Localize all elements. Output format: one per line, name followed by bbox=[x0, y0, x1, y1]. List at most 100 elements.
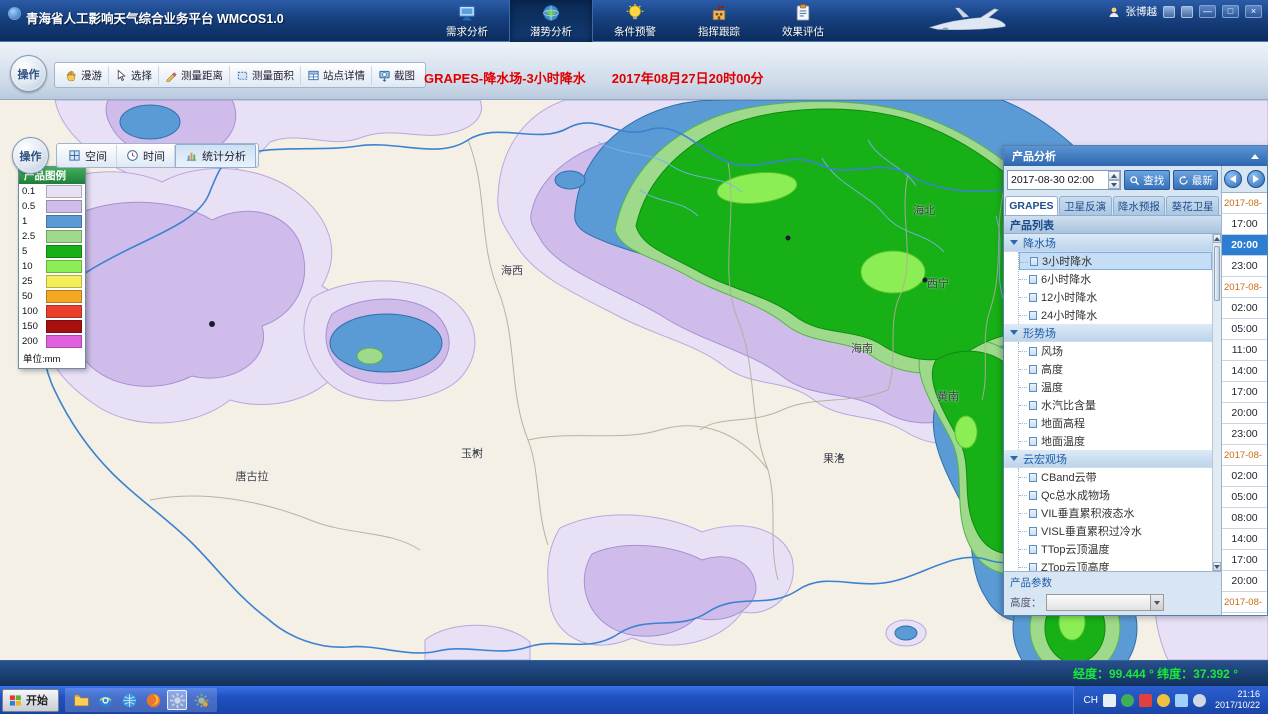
nav-item-condition-warning[interactable]: 条件预警 bbox=[593, 0, 677, 42]
time-list-item[interactable]: 08:00 bbox=[1222, 508, 1267, 529]
tree-item-ttop-cloud-temp[interactable]: TTop云顶温度 bbox=[1019, 540, 1212, 558]
firefox-icon[interactable] bbox=[143, 690, 163, 710]
view-operate-button[interactable]: 操作 bbox=[12, 137, 49, 174]
tree-scrollbar[interactable] bbox=[1212, 234, 1221, 571]
time-list-item[interactable]: 14:00 bbox=[1222, 361, 1267, 382]
time-list-item[interactable]: 17:00 bbox=[1222, 382, 1267, 403]
time-next-button[interactable] bbox=[1247, 170, 1265, 188]
legend-swatch bbox=[46, 185, 82, 198]
select-button[interactable]: 选择 bbox=[109, 66, 159, 85]
tree-item-temperature[interactable]: 温度 bbox=[1019, 378, 1212, 396]
tree-item-6h-precip[interactable]: 6小时降水 bbox=[1019, 270, 1212, 288]
time-list-date[interactable]: 2017-08- bbox=[1222, 445, 1267, 466]
maximize-button[interactable]: □ bbox=[1222, 5, 1239, 18]
scroll-up-icon[interactable] bbox=[1213, 234, 1221, 243]
view-tab-time[interactable]: 时间 bbox=[117, 145, 175, 167]
legend-swatch bbox=[46, 335, 82, 348]
time-list-date[interactable]: 2017-08- bbox=[1222, 277, 1267, 298]
tree-item-surface-elevation[interactable]: 地面高程 bbox=[1019, 414, 1212, 432]
network-tray-icon[interactable] bbox=[1175, 694, 1188, 707]
time-list-date[interactable]: 2017-08- bbox=[1222, 592, 1267, 613]
gear-app-icon[interactable] bbox=[167, 690, 187, 710]
time-list-item[interactable]: 17:00 bbox=[1222, 214, 1267, 235]
ime-tray-icon[interactable] bbox=[1103, 694, 1116, 707]
tree-item-water-vapor-ratio[interactable]: 水汽比含量 bbox=[1019, 396, 1212, 414]
height-select[interactable] bbox=[1046, 594, 1164, 611]
nav-item-effect-evaluation[interactable]: 效果评估 bbox=[761, 0, 845, 42]
view-tab-statistics[interactable]: 统计分析 bbox=[175, 144, 256, 168]
collapse-panel-icon[interactable] bbox=[1251, 154, 1259, 159]
tree-item-qc-total-hydrometeor[interactable]: Qc总水成物场 bbox=[1019, 486, 1212, 504]
view-toolbar: 空间时间统计分析 bbox=[56, 143, 259, 168]
time-list-item[interactable]: 05:00 bbox=[1222, 319, 1267, 340]
latest-button[interactable]: 最新 bbox=[1173, 170, 1219, 190]
time-list-item[interactable]: 17:00 bbox=[1222, 550, 1267, 571]
help-icon[interactable] bbox=[1181, 6, 1193, 18]
spinner-down-icon[interactable] bbox=[1108, 180, 1120, 189]
time-list-item[interactable]: 11:00 bbox=[1222, 340, 1267, 361]
theme-icon[interactable] bbox=[1163, 6, 1175, 18]
map-toolbar: 漫游选择测量距离测量面积站点详情截图 bbox=[54, 62, 426, 88]
tree-group-situation-field[interactable]: 形势场 bbox=[1004, 324, 1212, 342]
time-prev-button[interactable] bbox=[1224, 170, 1242, 188]
time-list-item[interactable]: 14:00 bbox=[1222, 529, 1267, 550]
spinner-up-icon[interactable] bbox=[1108, 171, 1120, 180]
nav-item-demand-analysis[interactable]: 需求分析 bbox=[425, 0, 509, 42]
antivirus-tray-icon[interactable] bbox=[1121, 694, 1134, 707]
time-clock-icon bbox=[126, 149, 139, 162]
view-tab-space[interactable]: 空间 bbox=[59, 145, 117, 167]
tree-item-12h-precip[interactable]: 12小时降水 bbox=[1019, 288, 1212, 306]
datetime-input[interactable]: 2017-08-30 02:00 bbox=[1007, 170, 1121, 190]
tree-item-height[interactable]: 高度 bbox=[1019, 360, 1212, 378]
time-list-date[interactable]: 2017-08- bbox=[1222, 193, 1267, 214]
globe-browser-icon[interactable] bbox=[119, 690, 139, 710]
message-tray-icon[interactable] bbox=[1139, 694, 1152, 707]
tree-item-surface-temperature[interactable]: 地面温度 bbox=[1019, 432, 1212, 450]
legend-list: 0.10.512.55102550100150200 bbox=[19, 184, 85, 349]
volume-tray-icon[interactable] bbox=[1193, 694, 1206, 707]
nav-item-potential-analysis[interactable]: 潜势分析 bbox=[509, 0, 593, 42]
tree-item-wind-field[interactable]: 风场 bbox=[1019, 342, 1212, 360]
time-list-item[interactable]: 23:00 bbox=[1222, 424, 1267, 445]
snapshot-button[interactable]: 截图 bbox=[372, 66, 421, 85]
legend-row: 50 bbox=[19, 289, 85, 304]
tree-item-ztop-cloud-height[interactable]: ZTop云顶高度 bbox=[1019, 558, 1212, 571]
tab-satellite-retrieval[interactable]: 卫星反演 bbox=[1059, 196, 1112, 215]
tree-group-precipitation-field[interactable]: 降水场 bbox=[1004, 234, 1212, 252]
operate-button[interactable]: 操作 bbox=[10, 55, 47, 92]
time-list-item[interactable]: 02:00 bbox=[1222, 466, 1267, 487]
tools-app-icon[interactable] bbox=[191, 690, 211, 710]
tree-item-3h-precip[interactable]: 3小时降水 bbox=[1019, 252, 1212, 270]
tree-item-vil-liquid-water[interactable]: VIL垂直累积液态水 bbox=[1019, 504, 1212, 522]
measure-distance-button[interactable]: 测量距离 bbox=[159, 66, 230, 85]
tree-item-24h-precip[interactable]: 24小时降水 bbox=[1019, 306, 1212, 324]
tab-grapes[interactable]: GRAPES bbox=[1005, 196, 1058, 215]
start-button[interactable]: 开始 bbox=[2, 689, 59, 712]
minimize-button[interactable]: — bbox=[1199, 5, 1216, 18]
close-button[interactable]: × bbox=[1245, 5, 1262, 18]
time-list-item[interactable]: 05:00 bbox=[1222, 487, 1267, 508]
time-list-item[interactable]: 02:00 bbox=[1222, 298, 1267, 319]
legend-swatch bbox=[46, 305, 82, 318]
time-list-item[interactable]: 20:00 bbox=[1222, 571, 1267, 592]
tab-precip-forecast[interactable]: 降水预报 bbox=[1113, 196, 1166, 215]
time-list-item[interactable]: 20:00 bbox=[1222, 403, 1267, 424]
internet-explorer-icon[interactable] bbox=[95, 690, 115, 710]
nav-item-command-tracking[interactable]: 指挥跟踪 bbox=[677, 0, 761, 42]
measure-area-button[interactable]: 测量面积 bbox=[230, 66, 301, 85]
search-button[interactable]: 查找 bbox=[1124, 170, 1170, 190]
tree-group-cloud-macro-field[interactable]: 云宏观场 bbox=[1004, 450, 1212, 468]
pan-button[interactable]: 漫游 bbox=[59, 66, 109, 85]
scroll-thumb[interactable] bbox=[1214, 246, 1220, 301]
scroll-down-icon[interactable] bbox=[1213, 562, 1221, 571]
main-nav: 需求分析潜势分析条件预警指挥跟踪效果评估 bbox=[425, 0, 845, 42]
time-list-item[interactable]: 20:00 bbox=[1222, 235, 1267, 256]
update-tray-icon[interactable] bbox=[1157, 694, 1170, 707]
station-detail-button[interactable]: 站点详情 bbox=[301, 66, 372, 85]
folder-icon[interactable] bbox=[71, 690, 91, 710]
tree-item-visl-supercooled-water[interactable]: VISL垂直累积过冷水 bbox=[1019, 522, 1212, 540]
tree-item-cband-cloud[interactable]: CBand云带 bbox=[1019, 468, 1212, 486]
tab-himawari-satellite[interactable]: 葵花卫星 bbox=[1166, 196, 1219, 215]
language-indicator[interactable]: CH bbox=[1084, 695, 1098, 706]
time-list-item[interactable]: 23:00 bbox=[1222, 256, 1267, 277]
